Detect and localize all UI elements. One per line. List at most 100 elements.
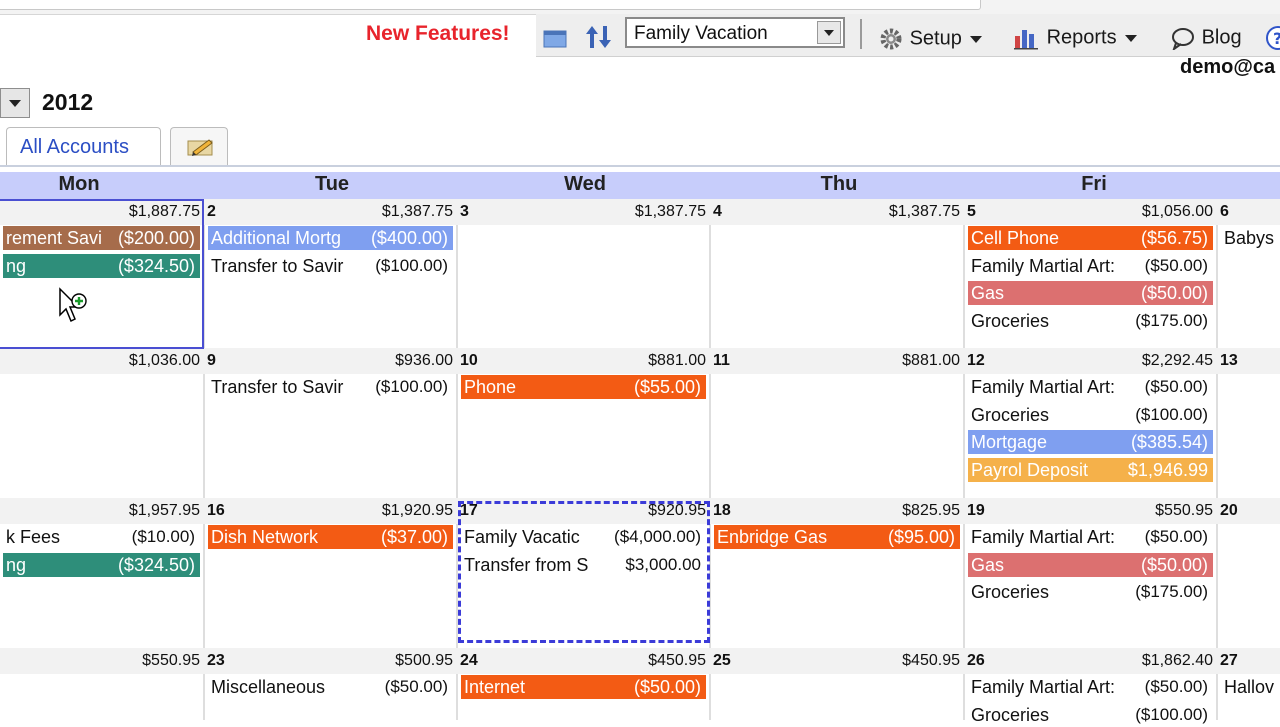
budget-select[interactable]: Family Vacation [625, 17, 845, 48]
transaction-amount: ($37.00) [380, 527, 448, 547]
chevron-down-icon [9, 100, 21, 107]
day-cell-header[interactable]: 4 $1,387.75 [711, 199, 963, 223]
transaction-item[interactable]: Family Martial Art: ($50.00) [968, 675, 1213, 699]
transaction-item[interactable]: ng ($324.50) [3, 552, 200, 577]
transaction-item[interactable]: Groceries ($100.00) [968, 703, 1213, 727]
day-header-thu: Thu [820, 173, 858, 195]
day-balance: $450.95 [902, 652, 960, 669]
day-cell-header[interactable]: 5 $1,056.00 [965, 199, 1216, 223]
day-cell-header[interactable]: 13 [1218, 348, 1280, 372]
transaction-amount: ($100.00) [1135, 404, 1208, 424]
transaction-item[interactable]: Payrol Deposit $1,946.99 [968, 457, 1213, 482]
transaction-description: Gas [971, 554, 1005, 575]
transaction-amount: ($50.00) [1140, 554, 1208, 575]
transaction-amount: ($55.00) [633, 377, 701, 397]
transaction-description: Miscellaneous [211, 677, 326, 697]
day-cell-header[interactable]: $1,036.00 [0, 348, 203, 372]
transaction-item[interactable]: Cell Phone ($56.75) [968, 226, 1213, 250]
transaction-item[interactable]: Babys [1221, 226, 1277, 250]
transaction-item[interactable]: Family Martial Art: ($50.00) [968, 525, 1213, 549]
day-number: 9 [207, 352, 216, 369]
year-label: 2012 [42, 89, 94, 115]
transaction-description: Groceries [971, 404, 1050, 425]
blog-link[interactable]: Blog [1170, 26, 1242, 52]
transaction-item[interactable]: Dish Network ($37.00) [208, 525, 453, 549]
day-cell-header[interactable]: 19 $550.95 [965, 498, 1216, 522]
bar-chart-icon [1014, 30, 1038, 50]
transaction-description: Family Martial Art: [971, 255, 1116, 276]
browser-chrome [0, 0, 1280, 15]
transaction-item[interactable]: Internet ($50.00) [461, 675, 706, 699]
transaction-item[interactable]: Gas ($50.00) [968, 281, 1213, 305]
day-balance: $450.95 [648, 652, 706, 669]
transaction-description: Family Martial Art: [971, 527, 1116, 547]
transaction-description: k Fees [6, 527, 61, 547]
transaction-item[interactable]: Family Martial Art: ($50.00) [968, 375, 1213, 399]
day-cell-header[interactable]: 24 $450.95 [458, 648, 709, 672]
transaction-item[interactable]: Groceries ($100.00) [968, 403, 1213, 427]
setup-label: Setup [909, 27, 962, 50]
user-email: demo@ca [1180, 56, 1276, 78]
transaction-amount: ($95.00) [887, 527, 955, 547]
day-cell-header[interactable]: 26 $1,862.40 [965, 648, 1216, 672]
day-number: 2 [207, 203, 216, 220]
day-cell-header[interactable]: 18 $825.95 [711, 498, 963, 522]
day-cell-header[interactable]: 6 [1218, 199, 1280, 223]
transaction-item[interactable]: Family Martial Art: ($50.00) [968, 254, 1213, 278]
chevron-down-icon[interactable] [817, 21, 841, 44]
budget-select-value: Family Vacation [634, 23, 768, 44]
transaction-description: ng [6, 554, 27, 575]
day-cell-header[interactable]: 16 $1,920.95 [205, 498, 456, 522]
reports-menu[interactable]: Reports [1013, 26, 1140, 50]
transaction-item[interactable]: Transfer to Savir ($100.00) [208, 375, 453, 399]
day-number: 27 [1220, 652, 1238, 669]
day-number: 19 [967, 502, 985, 519]
blog-label: Blog [1201, 26, 1242, 49]
transaction-description: Groceries [971, 310, 1050, 331]
sort-icon[interactable] [584, 24, 614, 50]
day-number: 10 [460, 352, 478, 369]
day-cell-header[interactable]: 11 $881.00 [711, 348, 963, 372]
day-balance: $936.00 [395, 352, 453, 369]
day-number: 5 [967, 203, 976, 220]
transaction-item[interactable]: Miscellaneous ($50.00) [208, 675, 453, 699]
transaction-item[interactable]: Hallov [1221, 675, 1277, 699]
transaction-amount: ($100.00) [375, 377, 448, 396]
day-cell-header[interactable]: 2 $1,387.75 [205, 199, 456, 223]
day-cell-header[interactable]: 12 $2,292.45 [965, 348, 1216, 372]
day-cell-header[interactable]: 25 $450.95 [711, 648, 963, 672]
day-cell-header[interactable]: 10 $881.00 [458, 348, 709, 372]
day-cell-header[interactable]: $550.95 [0, 648, 203, 672]
transaction-description: Phone [464, 377, 517, 397]
day-cell-header[interactable]: 9 $936.00 [205, 348, 456, 372]
year-dropdown[interactable] [0, 88, 30, 118]
pencil-icon [187, 139, 213, 156]
day-cell-header[interactable]: 27 [1218, 648, 1280, 672]
day-number: 26 [967, 652, 985, 669]
day-cell-header[interactable]: 3 $1,387.75 [458, 199, 709, 223]
transaction-item[interactable]: Enbridge Gas ($95.00) [714, 525, 960, 549]
transaction-item[interactable]: Groceries ($175.00) [968, 580, 1213, 604]
transaction-item[interactable]: k Fees ($10.00) [3, 525, 200, 549]
transaction-item[interactable]: Phone ($55.00) [461, 375, 706, 399]
calendar-view-icon[interactable] [543, 28, 567, 48]
transaction-item[interactable]: Gas ($50.00) [968, 552, 1213, 577]
transaction-item[interactable]: Additional Mortg ($400.00) [208, 226, 453, 250]
transaction-item[interactable]: Transfer to Savir ($100.00) [208, 254, 453, 278]
tab-edit-accounts[interactable] [170, 127, 228, 165]
day-cell-header[interactable]: 23 $500.95 [205, 648, 456, 672]
tab-all-accounts[interactable]: All Accounts [6, 127, 161, 165]
transaction-amount: ($50.00) [1144, 527, 1208, 546]
day-balance: $1,387.75 [888, 203, 960, 220]
cursor-add-icon [57, 287, 91, 332]
transaction-description: Dish Network [211, 527, 319, 547]
day-cell-header[interactable]: $1,957.95 [0, 498, 203, 522]
transaction-item[interactable]: Mortgage ($385.54) [968, 430, 1213, 454]
new-features-link[interactable]: New Features! [366, 22, 510, 46]
transaction-item[interactable]: Groceries ($175.00) [968, 309, 1213, 333]
address-area [0, 0, 981, 10]
help-icon[interactable]: ? [1265, 25, 1280, 56]
setup-menu[interactable]: Setup [878, 26, 985, 52]
day-cell-header[interactable]: 20 [1218, 498, 1280, 522]
toolbar-divider [860, 19, 862, 49]
